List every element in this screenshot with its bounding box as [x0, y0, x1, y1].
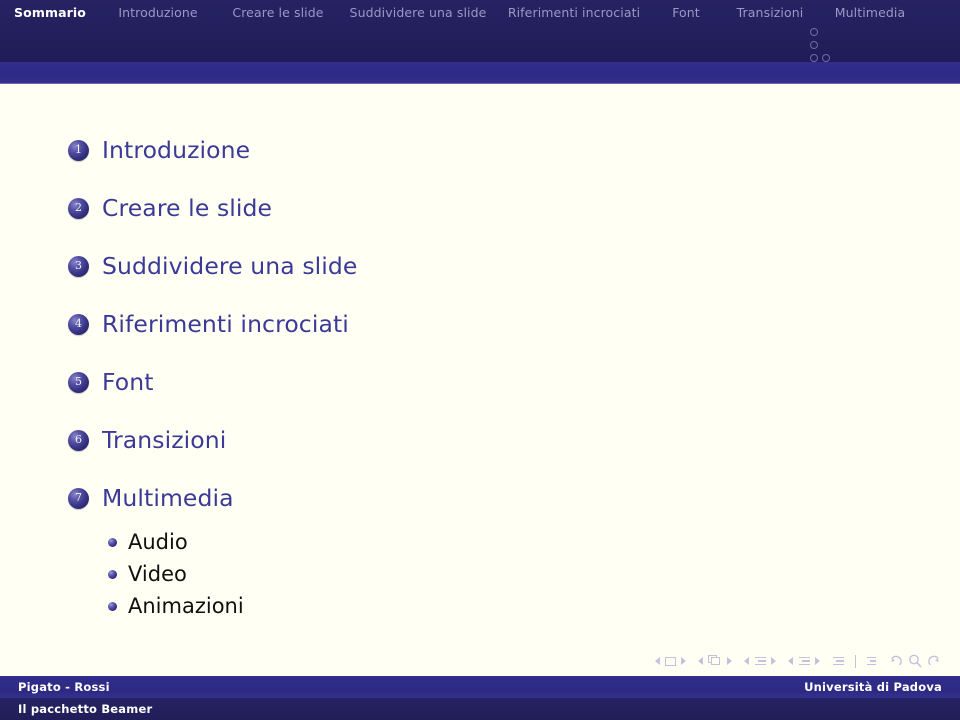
- header-navigation-bar: Sommario Introduzione Creare le slide Suddi…: [0, 0, 960, 62]
- toc-number-badge: 5: [68, 371, 89, 393]
- next-frame-icon[interactable]: [727, 657, 732, 665]
- document-nav-group: [832, 654, 876, 668]
- slide-nav-group: [655, 656, 686, 666]
- toc-number-label: 3: [75, 259, 82, 273]
- section-icon[interactable]: [798, 656, 810, 666]
- subsection-nav-group: [744, 656, 776, 666]
- next-section-icon[interactable]: [815, 657, 820, 665]
- footer-lower-bar: Il pacchetto Beamer: [0, 698, 960, 720]
- toc-number-label: 7: [75, 491, 82, 505]
- header-accent-band: [0, 62, 960, 83]
- footer-author: Pigato - Rossi: [18, 680, 110, 694]
- subsection-dot-icon[interactable]: [810, 53, 818, 62]
- subsection-dot-icon[interactable]: [810, 27, 818, 36]
- toc-number-label: 5: [75, 375, 82, 389]
- toc-entry[interactable]: 5 Font: [68, 364, 908, 400]
- footer-institute: Università di Padova: [804, 680, 942, 694]
- toc-number-badge: 2: [68, 197, 89, 219]
- toc-section-title[interactable]: Creare le slide: [102, 194, 272, 222]
- footer-title: Il pacchetto Beamer: [18, 702, 153, 716]
- toc-section-title[interactable]: Riferimenti incrociati: [102, 310, 349, 338]
- bullet-ball-icon: [108, 601, 117, 611]
- toc-number-badge: 1: [68, 139, 89, 161]
- toc-subsection-entry[interactable]: Video: [108, 558, 908, 590]
- subsection-dot-icon[interactable]: [810, 40, 818, 49]
- subsection-dots-group: [792, 26, 888, 63]
- subsection-dot-row: [810, 39, 818, 50]
- toc-subsection-entry[interactable]: Audio: [108, 526, 908, 558]
- toc-number-badge: 4: [68, 313, 89, 335]
- section-nav-row: Sommario Introduzione Creare le slide Suddi…: [0, 0, 960, 24]
- bullet-ball-icon: [108, 537, 117, 547]
- forward-icon[interactable]: [927, 654, 942, 668]
- toc-number-label: 6: [75, 433, 82, 447]
- next-slide-icon[interactable]: [681, 657, 686, 665]
- section-nav-group: [788, 656, 820, 666]
- nav-item-font[interactable]: Font: [652, 5, 720, 20]
- symbols-divider: [855, 654, 856, 668]
- toc-number-badge: 7: [68, 487, 89, 509]
- toc-section-title[interactable]: Multimedia: [102, 484, 234, 512]
- toc-entry[interactable]: 3 Suddividere una slide: [68, 248, 908, 284]
- toc-subsection-title[interactable]: Audio: [128, 530, 188, 554]
- toc-entry[interactable]: 1 Introduzione: [68, 132, 908, 168]
- history-nav-group: [888, 654, 942, 668]
- subsection-icon[interactable]: [754, 656, 766, 666]
- subsection-dot-icon[interactable]: [822, 53, 830, 62]
- toc-section-title[interactable]: Font: [102, 368, 154, 396]
- frame-icon[interactable]: [708, 655, 722, 667]
- bullet-ball-icon: [108, 569, 117, 579]
- prev-subsection-icon[interactable]: [744, 657, 749, 665]
- subsection-dot-row: [810, 26, 818, 37]
- toc-number-badge: 6: [68, 429, 89, 451]
- search-icon[interactable]: [908, 654, 922, 668]
- prev-slide-icon[interactable]: [655, 657, 660, 665]
- footer-upper-bar: Pigato - Rossi Università di Padova: [0, 676, 960, 698]
- nav-item-riferimenti-incrociati[interactable]: Riferimenti incrociati: [496, 5, 652, 20]
- toc-subsection-list: Audio Video Animazioni: [108, 526, 908, 622]
- prev-frame-icon[interactable]: [698, 657, 703, 665]
- toc-entry[interactable]: 2 Creare le slide: [68, 190, 908, 226]
- toc-entry[interactable]: 6 Transizioni: [68, 422, 908, 458]
- frame-nav-group: [698, 655, 732, 667]
- toc-number-label: 2: [75, 201, 82, 215]
- toc-subsection-entry[interactable]: Animazioni: [108, 590, 908, 622]
- nav-item-suddividere-una-slide[interactable]: Suddividere una slide: [340, 5, 496, 20]
- toc-entry[interactable]: 7 Multimedia: [68, 480, 908, 516]
- nav-item-sommario[interactable]: Sommario: [0, 5, 100, 20]
- slide-body: 1 Introduzione 2 Creare le slide 3 Suddivider…: [0, 84, 960, 644]
- table-of-contents-list: 1 Introduzione 2 Creare le slide 3 Suddivider…: [68, 132, 908, 622]
- prev-section-icon[interactable]: [788, 657, 793, 665]
- table-of-contents-icon[interactable]: [867, 656, 876, 666]
- toc-number-label: 1: [75, 143, 82, 157]
- next-subsection-icon[interactable]: [771, 657, 776, 665]
- toc-subsection-title[interactable]: Animazioni: [128, 594, 244, 618]
- toc-section-title[interactable]: Introduzione: [102, 136, 250, 164]
- toc-section-title[interactable]: Transizioni: [102, 426, 226, 454]
- toc-number-badge: 3: [68, 255, 89, 277]
- nav-item-transizioni[interactable]: Transizioni: [720, 5, 820, 20]
- toc-subsection-title[interactable]: Video: [128, 562, 187, 586]
- nav-item-introduzione[interactable]: Introduzione: [100, 5, 216, 20]
- beginning-of-presentation-icon[interactable]: [832, 656, 844, 666]
- nav-item-multimedia[interactable]: Multimedia: [820, 5, 920, 20]
- toc-section-title[interactable]: Suddividere una slide: [102, 252, 358, 280]
- nav-item-creare-le-slide[interactable]: Creare le slide: [216, 5, 340, 20]
- toc-number-label: 4: [75, 317, 82, 331]
- slide-icon[interactable]: [665, 656, 676, 666]
- beamer-navigation-symbols[interactable]: [655, 650, 942, 672]
- toc-entry[interactable]: 4 Riferimenti incrociati: [68, 306, 908, 342]
- beamer-slide: Sommario Introduzione Creare le slide Suddi…: [0, 0, 960, 720]
- back-icon[interactable]: [888, 654, 903, 668]
